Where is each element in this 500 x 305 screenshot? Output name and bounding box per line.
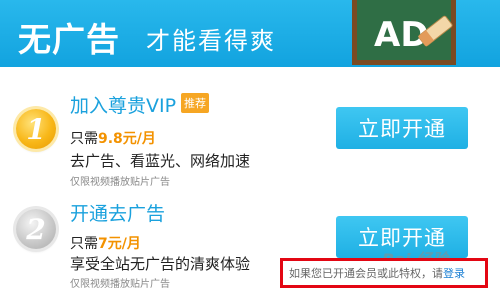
price-value: 9.8元/月 <box>98 131 156 147</box>
option-note: 仅限视频播放贴片广告 <box>70 279 170 290</box>
price-line: 只需7元/月 <box>70 233 141 253</box>
open-noad-button[interactable]: 立即开通 <box>336 216 468 258</box>
price-line: 只需9.8元/月 <box>70 128 156 148</box>
option-note: 仅限视频播放贴片广告 <box>70 177 170 188</box>
number-2-icon: 2 <box>16 209 56 249</box>
price-value: 7元/月 <box>98 236 141 252</box>
option-description: 去广告、看蓝光、网络加速 <box>70 152 251 170</box>
price-prefix: 只需 <box>70 236 98 252</box>
option-description: 享受全站无广告的清爽体验 <box>70 255 251 273</box>
price-prefix: 只需 <box>70 131 98 147</box>
option-title: 加入尊贵VIP <box>70 95 177 117</box>
open-vip-button[interactable]: 立即开通 <box>336 107 468 149</box>
login-prompt-text: 如果您已开通会员或此特权，请 <box>289 267 443 280</box>
number-1-icon: 1 <box>16 109 56 149</box>
header-title: 无广告 <box>18 20 120 59</box>
option-title: 开通去广告 <box>70 203 166 225</box>
recommend-badge: 推荐 <box>181 93 209 113</box>
option-noad: 2 开通去广告 只需7元/月 享受全站无广告的清爽体验 仅限视频播放贴片广告 立… <box>0 195 500 305</box>
header-banner: 无广告 才能看得爽 AD <box>0 0 500 67</box>
login-link[interactable]: 登录 <box>443 265 465 281</box>
ad-board-icon: AD <box>352 0 456 65</box>
login-prompt-box: 如果您已开通会员或此特权，请 登录 <box>280 258 488 288</box>
option-vip: 1 加入尊贵VIP 推荐 只需9.8元/月 去广告、看蓝光、网络加速 仅限视频播… <box>0 83 500 193</box>
header-subtitle: 才能看得爽 <box>146 27 276 55</box>
